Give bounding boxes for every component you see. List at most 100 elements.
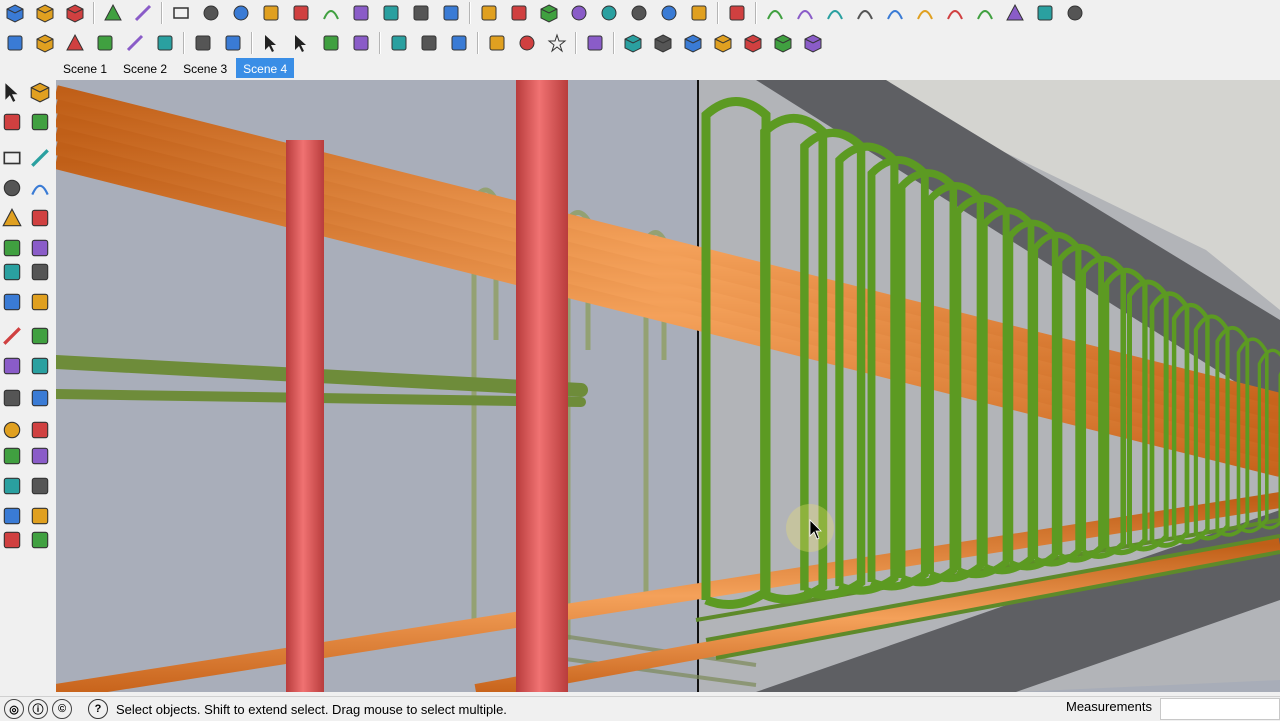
sphere-icon[interactable] <box>597 1 621 25</box>
wrench-icon[interactable] <box>1033 1 1057 25</box>
section-plane-icon[interactable] <box>28 528 52 552</box>
curve-icon[interactable] <box>763 1 787 25</box>
section-icon[interactable] <box>221 31 245 55</box>
offset-icon[interactable] <box>28 290 52 314</box>
credits-icon[interactable]: ⓘ <box>28 699 48 719</box>
look-around-icon[interactable] <box>28 504 52 528</box>
sphere-icon[interactable] <box>657 1 681 25</box>
axes-icon[interactable] <box>93 31 117 55</box>
tab-scene-3[interactable]: Scene 3 <box>176 58 235 78</box>
curve-icon[interactable] <box>943 1 967 25</box>
rectangle-icon[interactable] <box>169 1 193 25</box>
curve-icon[interactable] <box>973 1 997 25</box>
user-icon[interactable]: © <box>52 699 72 719</box>
measurements-input[interactable] <box>1160 698 1280 720</box>
lasso-icon[interactable] <box>409 1 433 25</box>
circle-icon[interactable] <box>229 1 253 25</box>
text-icon[interactable] <box>28 354 52 378</box>
pencil-icon[interactable] <box>131 1 155 25</box>
sandbox-icon[interactable] <box>537 1 561 25</box>
previous-view-icon[interactable] <box>0 474 24 498</box>
eraser-icon[interactable] <box>477 1 501 25</box>
polygon-icon[interactable] <box>101 1 125 25</box>
paint-bucket-icon[interactable] <box>0 110 24 134</box>
cube-view-icon[interactable] <box>621 31 645 55</box>
3d-text-icon[interactable] <box>28 386 52 410</box>
model-viewport[interactable] <box>56 80 1280 692</box>
cube-view-icon[interactable] <box>741 31 765 55</box>
arc-icon[interactable] <box>28 176 52 200</box>
next-view-icon[interactable] <box>28 474 52 498</box>
scale-icon[interactable] <box>319 31 343 55</box>
cube-view-icon[interactable] <box>681 31 705 55</box>
tape-measure-icon[interactable] <box>0 324 24 348</box>
tab-scene-1[interactable]: Scene 1 <box>56 58 115 78</box>
polygon-icon[interactable] <box>1003 1 1027 25</box>
curve-icon[interactable] <box>883 1 907 25</box>
curve-icon[interactable] <box>793 1 817 25</box>
arrows-up-icon[interactable] <box>259 31 283 55</box>
iso-view-icon[interactable] <box>3 31 27 55</box>
select-arrow-icon[interactable] <box>0 80 24 104</box>
paint-icon[interactable] <box>191 31 215 55</box>
lasso-icon[interactable] <box>379 1 403 25</box>
eraser-icon[interactable] <box>28 110 52 134</box>
pencil-icon[interactable] <box>28 146 52 170</box>
tab-scene-4[interactable]: Scene 4 <box>236 58 295 78</box>
cube-view-icon[interactable] <box>711 31 735 55</box>
geolocation-icon[interactable]: ◎ <box>4 699 24 719</box>
hand-icon[interactable] <box>687 1 711 25</box>
rotate-icon[interactable] <box>0 260 24 284</box>
mirror-icon[interactable] <box>583 31 607 55</box>
layer-icon[interactable] <box>153 31 177 55</box>
circle-icon[interactable] <box>1063 1 1087 25</box>
follow-me-icon[interactable] <box>28 260 52 284</box>
polygon-icon[interactable] <box>0 206 24 230</box>
walk-icon[interactable] <box>0 528 24 552</box>
cube-icon[interactable] <box>3 1 27 25</box>
protractor-icon[interactable] <box>0 354 24 378</box>
help-icon[interactable]: ? <box>88 699 108 719</box>
undo-icon[interactable] <box>417 31 441 55</box>
follow-icon[interactable] <box>447 31 471 55</box>
tab-scene-2[interactable]: Scene 2 <box>116 58 175 78</box>
cube-view-icon[interactable] <box>651 31 675 55</box>
box-icon[interactable] <box>63 1 87 25</box>
curve-icon[interactable] <box>823 1 847 25</box>
rotate-icon[interactable] <box>387 31 411 55</box>
lock-icon[interactable] <box>725 1 749 25</box>
cube-view-icon[interactable] <box>801 31 825 55</box>
box-icon[interactable] <box>33 1 57 25</box>
tape-icon[interactable] <box>123 31 147 55</box>
orbit-icon[interactable] <box>0 418 24 442</box>
freehand-icon[interactable] <box>349 1 373 25</box>
component-icon[interactable] <box>28 80 52 104</box>
position-camera-icon[interactable] <box>0 504 24 528</box>
triangle-icon[interactable] <box>63 31 87 55</box>
zoom-extents-icon[interactable] <box>28 444 52 468</box>
circle-icon[interactable] <box>0 176 24 200</box>
pan-icon[interactable] <box>28 418 52 442</box>
parallelogram-icon[interactable] <box>289 1 313 25</box>
push-pull-icon[interactable] <box>28 236 52 260</box>
rectangle-icon[interactable] <box>0 146 24 170</box>
scale-icon[interactable] <box>0 290 24 314</box>
axes-icon[interactable] <box>0 386 24 410</box>
circle-icon[interactable] <box>199 1 223 25</box>
move-icon[interactable] <box>439 1 463 25</box>
stack-icon[interactable] <box>771 31 795 55</box>
push-icon[interactable] <box>349 31 373 55</box>
curve-icon[interactable] <box>913 1 937 25</box>
ellipse-icon[interactable] <box>259 1 283 25</box>
wire-cube-icon[interactable] <box>33 31 57 55</box>
dimension-icon[interactable] <box>28 324 52 348</box>
arrows-down-icon[interactable] <box>289 31 313 55</box>
sphere-icon[interactable] <box>515 31 539 55</box>
section-plane-icon[interactable] <box>485 31 509 55</box>
spiral-icon[interactable] <box>853 1 877 25</box>
arc-icon[interactable] <box>319 1 343 25</box>
move-icon[interactable] <box>0 236 24 260</box>
freehand-icon[interactable] <box>28 206 52 230</box>
sphere-icon[interactable] <box>627 1 651 25</box>
sphere-icon[interactable] <box>567 1 591 25</box>
